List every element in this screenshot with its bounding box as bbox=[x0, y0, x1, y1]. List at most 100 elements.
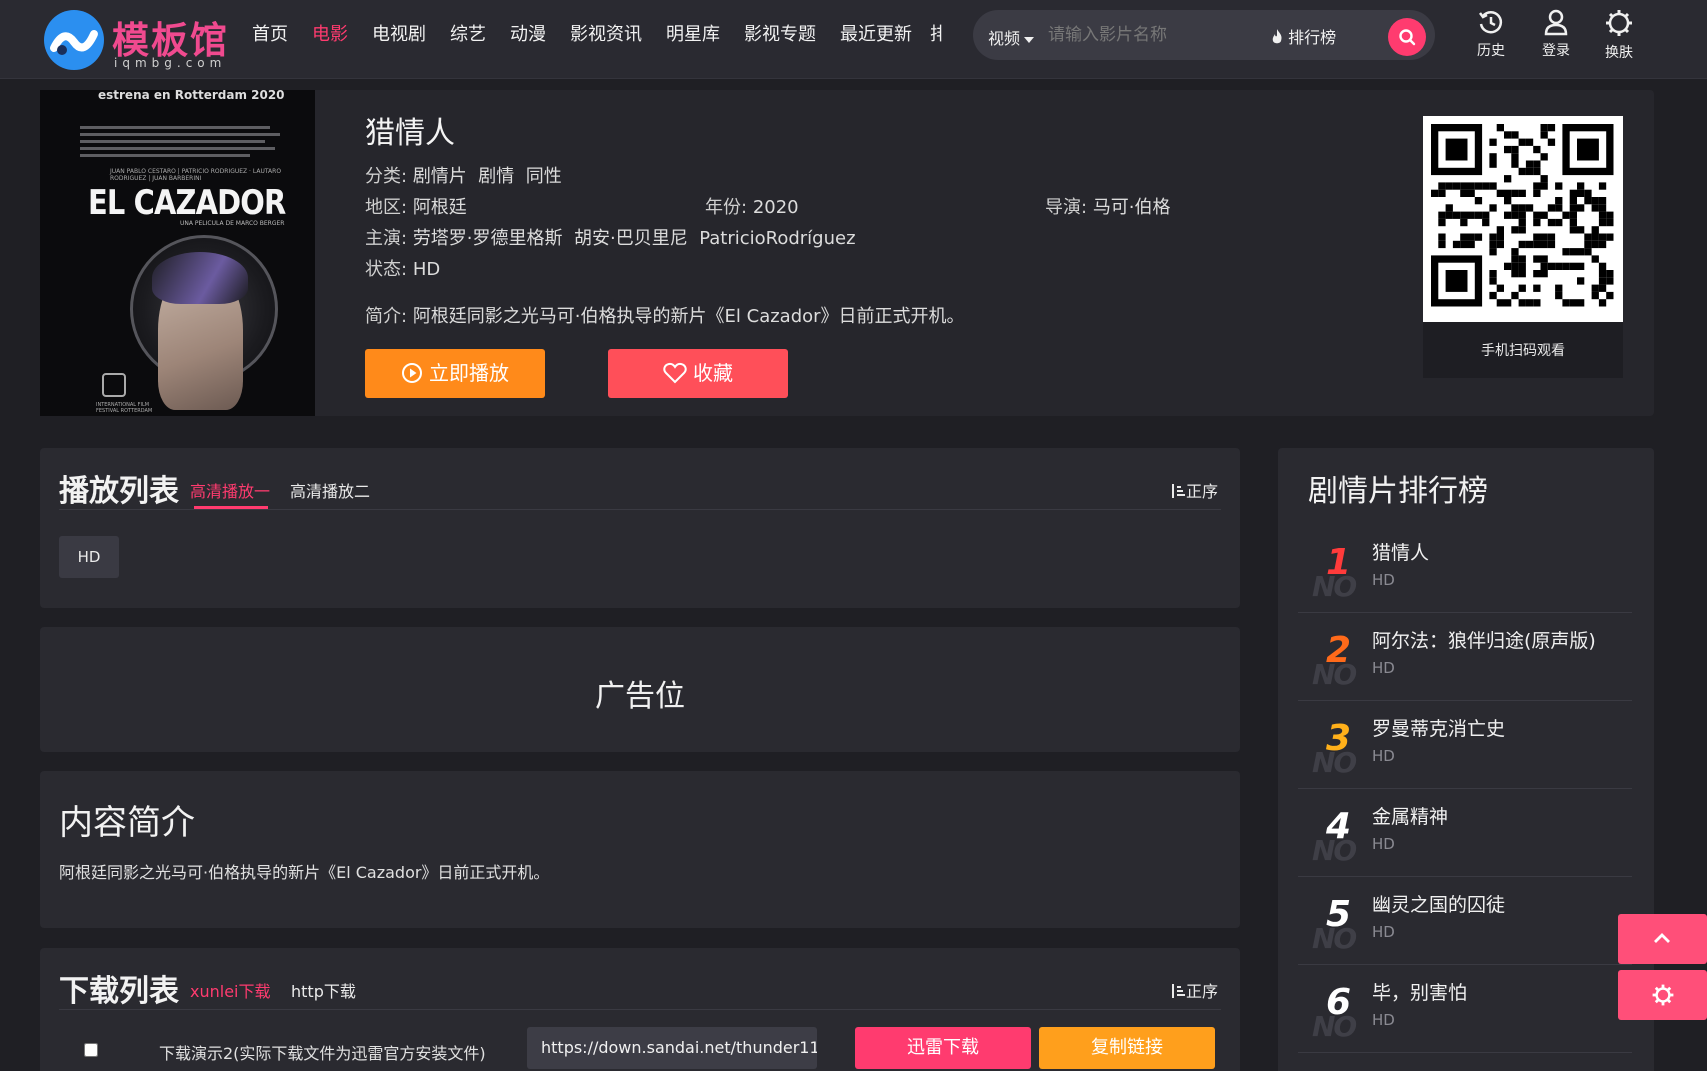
nav-item-news[interactable]: 影视资讯 bbox=[570, 20, 642, 50]
rank-status: HD bbox=[1372, 659, 1395, 677]
region-link[interactable]: 阿根廷 bbox=[413, 197, 467, 218]
region-row: 地区: 阿根廷 bbox=[365, 193, 467, 219]
search-button[interactable] bbox=[1388, 18, 1426, 56]
ranking-link[interactable]: 排行榜 bbox=[1271, 24, 1336, 48]
play-now-label: 立即播放 bbox=[429, 361, 509, 385]
cast-link[interactable]: PatricioRodríguez bbox=[699, 228, 855, 249]
nav-item-latest[interactable]: 最近更新 bbox=[840, 20, 912, 50]
status-label: 状态: bbox=[365, 259, 408, 280]
ranking-item[interactable]: NO 4 金属精神 HD bbox=[1298, 790, 1632, 877]
favorite-button[interactable]: 收藏 bbox=[608, 349, 788, 398]
nav-item-stars[interactable]: 明星库 bbox=[666, 20, 720, 50]
nav-item-topics[interactable]: 影视专题 bbox=[744, 20, 816, 50]
login-button[interactable]: 登录 bbox=[1531, 8, 1581, 68]
copy-link-button[interactable]: 复制链接 bbox=[1039, 1027, 1215, 1069]
ranking-title: 剧情片排行榜 bbox=[1308, 474, 1488, 509]
rank-title[interactable]: 猎情人 bbox=[1372, 538, 1429, 565]
ranking-panel: 剧情片排行榜 NO 1 猎情人 HD NO 2 阿尔法：狼伴归途(原声版) HD NO 3 罗曼蒂克… bbox=[1278, 448, 1654, 1071]
site-logo[interactable]: 模板馆 iqmbg.com bbox=[44, 10, 229, 70]
director-row: 导演: 马可·伯格 bbox=[1045, 193, 1171, 219]
download-select-checkbox[interactable] bbox=[84, 1043, 98, 1057]
rank-title[interactable]: 毕，别害怕 bbox=[1372, 978, 1467, 1005]
cast-link[interactable]: 劳塔罗·罗德里格斯 bbox=[413, 228, 563, 249]
download-item-name: 下载演示2(实际下载文件为迅雷官方安装文件) bbox=[159, 1044, 486, 1063]
rank-number: 2 bbox=[1326, 630, 1352, 671]
poster-festival: INTERNATIONAL FILM FESTIVAL ROTTERDAM bbox=[96, 402, 153, 414]
episode-button[interactable]: HD bbox=[59, 536, 119, 578]
poster-title: EL CAZADOR bbox=[88, 183, 286, 223]
ranking-item[interactable]: NO 2 阿尔法：狼伴归途(原声版) HD bbox=[1298, 614, 1632, 701]
ranking-item[interactable]: NO 5 幽灵之国的囚徒 HD bbox=[1298, 878, 1632, 965]
caret-down-icon bbox=[1024, 36, 1035, 43]
nav-item-home[interactable]: 首页 bbox=[252, 20, 288, 50]
gear-icon bbox=[1652, 984, 1674, 1006]
region-label: 地区: bbox=[365, 197, 408, 218]
rank-number: 5 bbox=[1326, 894, 1352, 935]
cast-label: 主演: bbox=[365, 228, 408, 249]
skin-label: 换肤 bbox=[1605, 45, 1633, 61]
site-header: 模板馆 iqmbg.com 首页 电影 电视剧 综艺 动漫 影视资讯 明星库 影… bbox=[0, 0, 1707, 79]
ad-banner[interactable]: 广告位 bbox=[40, 627, 1240, 752]
synopsis-row: 简介: 阿根廷同影之光马可·伯格执导的新片《El Cazador》日前正式开机。 bbox=[365, 302, 965, 328]
search-input[interactable] bbox=[1048, 20, 1238, 50]
rank-title[interactable]: 金属精神 bbox=[1372, 802, 1448, 829]
theme-settings-button[interactable] bbox=[1618, 970, 1707, 1020]
rank-status: HD bbox=[1372, 835, 1395, 853]
divider bbox=[59, 1009, 1221, 1010]
ranking-item[interactable]: NO 6 毕，别害怕 HD bbox=[1298, 966, 1632, 1053]
logo-mark-icon bbox=[44, 10, 104, 70]
tab-download-http[interactable]: http下载 bbox=[291, 978, 356, 1002]
rank-number: 1 bbox=[1326, 542, 1352, 583]
category-link[interactable]: 同性 bbox=[526, 166, 562, 187]
ranking-item[interactable]: NO 1 猎情人 HD bbox=[1298, 526, 1632, 613]
year-link[interactable]: 2020 bbox=[753, 197, 799, 218]
tab-playlist-2[interactable]: 高清播放二 bbox=[290, 478, 370, 502]
category-link[interactable]: 剧情 bbox=[478, 166, 514, 187]
playlist-sort-label: 正序 bbox=[1186, 482, 1219, 501]
movie-poster[interactable]: estrena en Rotterdam 2020 JUAN PABLO CES… bbox=[40, 90, 315, 416]
xunlei-download-button[interactable]: 迅雷下载 bbox=[855, 1027, 1031, 1069]
movie-detail-card: estrena en Rotterdam 2020 JUAN PABLO CES… bbox=[40, 90, 1654, 416]
nav-item-variety[interactable]: 综艺 bbox=[450, 20, 486, 50]
intro-title: 内容简介 bbox=[59, 803, 195, 843]
nav-item-tv[interactable]: 电视剧 bbox=[372, 20, 426, 50]
download-sort-label: 正序 bbox=[1186, 982, 1219, 1001]
status-value: HD bbox=[412, 259, 441, 280]
login-label: 登录 bbox=[1542, 43, 1570, 59]
nav-item-overflow[interactable]: 排 bbox=[930, 20, 942, 46]
nav-item-movie[interactable]: 电影 bbox=[312, 20, 348, 50]
director-link[interactable]: 马可·伯格 bbox=[1093, 197, 1171, 218]
gear-icon bbox=[1606, 10, 1632, 36]
qr-code bbox=[1423, 116, 1623, 322]
download-sort-toggle[interactable]: 正序 bbox=[1170, 978, 1218, 1002]
rank-title[interactable]: 阿尔法：狼伴归途(原声版) bbox=[1372, 626, 1596, 653]
nav-item-anime[interactable]: 动漫 bbox=[510, 20, 546, 50]
tab-download-xunlei[interactable]: xunlei下载 bbox=[190, 978, 271, 1002]
ranking-item[interactable]: NO 3 罗曼蒂克消亡史 HD bbox=[1298, 702, 1632, 789]
sort-icon bbox=[1172, 484, 1185, 498]
search-category-label: 视频 bbox=[988, 29, 1021, 48]
rank-status: HD bbox=[1372, 571, 1395, 589]
synopsis-text: 阿根廷同影之光马可·伯格执导的新片《El Cazador》日前正式开机。 bbox=[412, 306, 965, 327]
rank-title[interactable]: 罗曼蒂克消亡史 bbox=[1372, 714, 1505, 741]
back-to-top-button[interactable] bbox=[1618, 914, 1707, 964]
category-label: 分类: bbox=[365, 166, 408, 187]
status-row: 状态: HD bbox=[365, 255, 440, 281]
playlist-sort-toggle[interactable]: 正序 bbox=[1170, 478, 1218, 502]
play-now-button[interactable]: 立即播放 bbox=[365, 349, 545, 398]
rank-title[interactable]: 幽灵之国的囚徒 bbox=[1372, 890, 1505, 917]
cast-link[interactable]: 胡安·巴贝里尼 bbox=[574, 228, 688, 249]
movie-title: 猎情人 bbox=[365, 116, 455, 151]
skin-button[interactable]: 换肤 bbox=[1594, 8, 1644, 68]
search-category-dropdown[interactable]: 视频 bbox=[988, 25, 1035, 49]
history-button[interactable]: 历史 bbox=[1466, 8, 1516, 68]
download-panel: 下载列表 xunlei下载 http下载 正序 下载演示2(实际下载文件为迅雷官… bbox=[40, 948, 1240, 1071]
poster-hair bbox=[152, 252, 248, 304]
category-link[interactable]: 剧情片 bbox=[413, 166, 467, 187]
divider bbox=[59, 509, 1221, 510]
cast-row: 主演: 劳塔罗·罗德里格斯 胡安·巴贝里尼 PatricioRodríguez bbox=[365, 224, 856, 250]
tab-playlist-1[interactable]: 高清播放一 bbox=[190, 478, 270, 502]
history-label: 历史 bbox=[1477, 43, 1505, 59]
rank-status: HD bbox=[1372, 923, 1395, 941]
download-url-field[interactable]: https://down.sandai.net/thunder11 bbox=[527, 1027, 817, 1069]
